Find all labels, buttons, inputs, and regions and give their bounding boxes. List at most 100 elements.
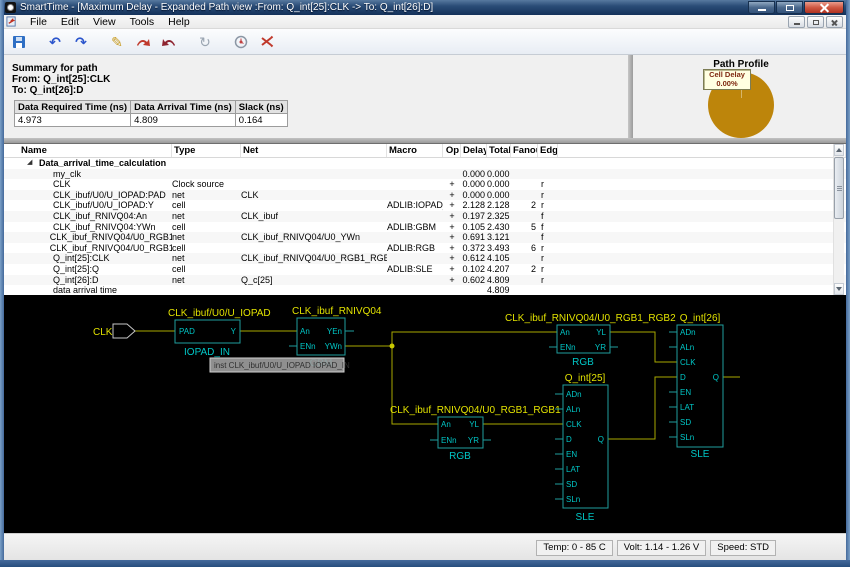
col-header-net[interactable]: Net bbox=[241, 144, 387, 157]
recalculate-button[interactable]: ↻ bbox=[194, 31, 216, 53]
cell-delay: 2.128 bbox=[461, 200, 487, 211]
col-header-total[interactable]: Total bbox=[487, 144, 511, 157]
undo-button[interactable]: ↶ bbox=[44, 31, 66, 53]
table-row[interactable]: my_clk 0.000 0.000 bbox=[4, 169, 846, 180]
cell-net: CLK_ibuf_RNIVQ04/U0_YWn bbox=[241, 232, 387, 243]
rgb2-box[interactable]: CLK_ibuf_RNIVQ04/U0_RGB1_RGB2 An YL ENn … bbox=[505, 313, 676, 368]
maximum-delay-button[interactable] bbox=[132, 31, 154, 53]
cell-edge: f bbox=[538, 211, 558, 222]
cell-type: cell bbox=[172, 222, 241, 233]
mdi-minimize-button[interactable] bbox=[788, 16, 805, 28]
window-border-left bbox=[0, 0, 4, 567]
menu-view[interactable]: View bbox=[86, 15, 123, 29]
edit-delay-icon: ✎ bbox=[111, 35, 123, 49]
cell-edge: r bbox=[538, 275, 558, 286]
cell-op: + bbox=[443, 179, 461, 190]
col-header-macro[interactable]: Macro bbox=[387, 144, 443, 157]
mdi-close-button[interactable] bbox=[826, 16, 843, 28]
timer-button[interactable] bbox=[230, 31, 252, 53]
scroll-down-button[interactable] bbox=[834, 283, 844, 295]
required-time-value: 4.973 bbox=[15, 114, 131, 127]
col-header-edge[interactable]: Edge bbox=[538, 144, 558, 157]
table-row[interactable]: CLK Clock source + 0.000 0.000 r bbox=[4, 179, 846, 190]
voltage-field: Volt: 1.14 - 1.26 V bbox=[617, 540, 707, 556]
rgb1-box[interactable]: CLK_ibuf_RNIVQ04/U0_RGB1_RGB1 An YL ENn … bbox=[390, 405, 561, 462]
cell-net: CLK bbox=[241, 190, 387, 201]
cell-total: 2.128 bbox=[487, 200, 511, 211]
cell-macro: ADLIB:SLE bbox=[387, 264, 443, 275]
col-header-name[interactable]: Name bbox=[19, 144, 172, 157]
scrollbar-thumb[interactable] bbox=[834, 157, 844, 219]
cell-fanout: 5 bbox=[511, 222, 538, 233]
rgb2-type-label: RGB bbox=[572, 357, 594, 368]
grid-scrollbar[interactable] bbox=[833, 144, 844, 295]
pin-ywn: YWn bbox=[325, 342, 342, 351]
mdi-restore-button[interactable] bbox=[807, 16, 824, 28]
q25-box[interactable]: Q_int[25] ADn ALn CLK D EN LAT SD SLn Q … bbox=[555, 373, 608, 523]
minimum-delay-button[interactable] bbox=[158, 31, 180, 53]
cell-edge: r bbox=[538, 243, 558, 254]
cell-type: net bbox=[172, 232, 241, 243]
pin-enn: ENn bbox=[560, 343, 576, 352]
menu-edit[interactable]: Edit bbox=[54, 15, 86, 29]
col-header-fanout[interactable]: Fanout bbox=[511, 144, 538, 157]
table-row[interactable]: ◢Data_arrival_time_calculation bbox=[4, 158, 846, 169]
cell-type: net bbox=[172, 253, 241, 264]
mdi-restore-icon bbox=[813, 20, 819, 25]
net-junction-dot bbox=[390, 344, 395, 349]
table-row[interactable]: CLK_ibuf_RNIVQ04/U0_RGB1_RGB1:An net CLK… bbox=[4, 232, 846, 243]
col-header-type[interactable]: Type bbox=[172, 144, 241, 157]
close-button[interactable] bbox=[804, 1, 844, 14]
title-bar[interactable]: SmartTime - [Maximum Delay - Expanded Pa… bbox=[0, 0, 850, 15]
minimize-button[interactable] bbox=[748, 1, 775, 14]
cell-total: 2.430 bbox=[487, 222, 511, 233]
recalculate-icon: ↻ bbox=[199, 35, 211, 49]
mdi-minimize-icon bbox=[794, 23, 800, 25]
edit-delay-button[interactable]: ✎ bbox=[106, 31, 128, 53]
menu-file[interactable]: File bbox=[23, 15, 54, 29]
table-row[interactable]: Q_int[25]:CLK net CLK_ibuf_RNIVQ04/U0_RG… bbox=[4, 253, 846, 264]
table-row[interactable]: CLK_ibuf/U0/U_IOPAD:Y cell ADLIB:IOPAD_I… bbox=[4, 200, 846, 211]
temperature-field: Temp: 0 - 85 C bbox=[536, 540, 612, 556]
expand-icon[interactable]: ◢ bbox=[27, 158, 39, 169]
pin-an: An bbox=[300, 327, 310, 336]
menu-tools[interactable]: Tools bbox=[123, 15, 162, 29]
q26-box[interactable]: Q_int[26] ADn ALn CLK D EN LAT SD SLn Q … bbox=[669, 313, 723, 460]
table-row[interactable]: Q_int[26]:D net Q_c[25] + 0.602 4.809 r bbox=[4, 275, 846, 286]
vertical-splitter[interactable] bbox=[628, 55, 633, 138]
cell-type: cell bbox=[172, 243, 241, 254]
table-row[interactable]: CLK_ibuf/U0/U_IOPAD:PAD net CLK + 0.000 … bbox=[4, 190, 846, 201]
table-row[interactable]: CLK_ibuf_RNIVQ04:YWn cell ADLIB:GBM + 0.… bbox=[4, 222, 846, 233]
table-row[interactable]: CLK_ibuf_RNIVQ04/U0_RGB1_RGB1:YL cell AD… bbox=[4, 243, 846, 254]
table-row[interactable]: Q_int[25]:Q cell ADLIB:SLE + 0.102 4.207… bbox=[4, 264, 846, 275]
table-row[interactable]: CLK_ibuf_RNIVQ04:An net CLK_ibuf + 0.197… bbox=[4, 211, 846, 222]
redo-button[interactable]: ↷ bbox=[70, 31, 92, 53]
iopad-box[interactable]: CLK_ibuf/U0/U_IOPAD PAD Y IOPAD_IN bbox=[168, 308, 271, 358]
col-header-delay[interactable]: Delay bbox=[461, 144, 487, 157]
clk-port[interactable]: CLK bbox=[93, 324, 135, 338]
mdi-child-icon bbox=[6, 16, 17, 27]
minimum-delay-icon bbox=[161, 34, 177, 50]
gbm-title: CLK_ibuf_RNIVQ04 bbox=[292, 306, 382, 317]
pin-enn: ENn bbox=[441, 436, 457, 445]
cell-name: CLK_ibuf/U0/U_IOPAD:PAD bbox=[19, 190, 172, 201]
timer-icon bbox=[233, 34, 249, 50]
pie-tooltip-value: 0.00% bbox=[704, 79, 750, 88]
save-button[interactable] bbox=[8, 31, 30, 53]
cell-name: ◢Data_arrival_time_calculation bbox=[19, 158, 172, 169]
status-bar: Temp: 0 - 85 C Volt: 1.14 - 1.26 V Speed… bbox=[4, 533, 846, 560]
menu-help[interactable]: Help bbox=[161, 15, 197, 29]
cell-type: net bbox=[172, 211, 241, 222]
cell-name: Q_int[26]:D bbox=[19, 275, 172, 286]
cell-macro: ADLIB:GBM bbox=[387, 222, 443, 233]
pin-sln: SLn bbox=[680, 433, 694, 442]
maximize-button[interactable] bbox=[776, 1, 803, 14]
col-header-op[interactable]: Op bbox=[443, 144, 461, 157]
cross-probe-button[interactable] bbox=[256, 31, 278, 53]
scroll-up-button[interactable] bbox=[834, 144, 844, 156]
pie-tooltip-label: Cell Delay bbox=[704, 70, 750, 79]
cell-fanout: 2 bbox=[511, 264, 538, 275]
arrival-time-value: 4.809 bbox=[131, 114, 236, 127]
cell-net: CLK_ibuf bbox=[241, 211, 387, 222]
pin-sln: SLn bbox=[566, 495, 580, 504]
